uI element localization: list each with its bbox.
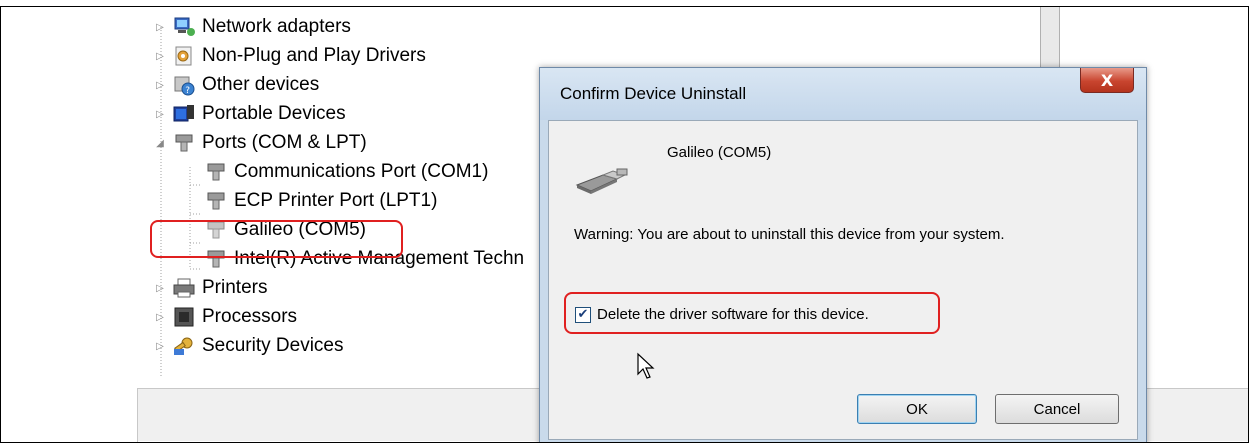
tree-item-security-devices[interactable]: ▷ Security Devices <box>154 331 344 361</box>
port-icon <box>175 134 193 152</box>
tree-item-printers[interactable]: ▷ Printers <box>154 273 267 303</box>
device-name: Galileo (COM5) <box>667 144 772 161</box>
tree-item-galileo[interactable]: Galileo (COM5) <box>204 215 366 245</box>
port-icon <box>207 163 225 181</box>
expand-arrow-icon[interactable]: ▷ <box>154 108 166 120</box>
expand-arrow-icon[interactable]: ▷ <box>154 50 166 62</box>
cancel-button[interactable]: Cancel <box>995 394 1119 424</box>
unknown-device-icon: ? <box>174 76 195 96</box>
driver-icon <box>175 46 192 66</box>
tree-item-label: Processors <box>202 306 298 327</box>
tree-item-label: Portable Devices <box>202 103 346 124</box>
port-icon <box>207 221 225 239</box>
tree-item-ecp-printer-port[interactable]: ECP Printer Port (LPT1) <box>204 186 437 216</box>
port-icon <box>207 250 225 268</box>
confirm-uninstall-dialog: Confirm Device Uninstall X Galileo (COM5… <box>539 67 1147 442</box>
delete-driver-checkbox[interactable]: ✔ <box>575 306 591 323</box>
screenshot-frame: ▷ Network adapters ▷ Non-Plug and Play D… <box>0 6 1249 443</box>
tree-item-label: ECP Printer Port (LPT1) <box>234 190 438 211</box>
expand-arrow-icon[interactable]: ▷ <box>154 79 166 91</box>
tree-item-non-plug-and-play-drivers[interactable]: ▷ Non-Plug and Play Drivers <box>154 41 426 71</box>
mouse-cursor-icon <box>637 352 655 379</box>
close-icon: X <box>1100 70 1114 90</box>
expand-arrow-icon[interactable]: ▷ <box>154 311 166 323</box>
tree-item-label: Intel(R) Active Management Techn <box>234 248 525 269</box>
tree-item-communications-port[interactable]: Communications Port (COM1) <box>204 157 488 187</box>
checkbox-label: Delete the driver software for this devi… <box>597 306 869 323</box>
security-device-icon <box>174 337 193 355</box>
tree-item-label: Galileo (COM5) <box>234 219 366 240</box>
expand-arrow-icon[interactable]: ▷ <box>154 282 166 294</box>
tree-item-intel-amt[interactable]: Intel(R) Active Management Techn <box>204 244 524 274</box>
port-icon <box>207 192 225 210</box>
tree-item-label: Communications Port (COM1) <box>234 161 489 182</box>
tree-item-label: Non-Plug and Play Drivers <box>202 45 426 66</box>
portable-device-icon <box>173 105 194 122</box>
ok-button[interactable]: OK <box>857 394 977 424</box>
checkmark-icon: ✔ <box>577 307 589 322</box>
svg-text:?: ? <box>185 86 190 96</box>
tree-item-label: Other devices <box>202 74 320 95</box>
tree-item-portable-devices[interactable]: ▷ Portable Devices <box>154 99 346 129</box>
tree-item-label: Security Devices <box>202 335 344 356</box>
expand-arrow-icon[interactable]: ▷ <box>154 21 166 33</box>
printer-icon <box>173 278 195 298</box>
tree-item-label: Ports (COM & LPT) <box>202 132 367 153</box>
tree-item-label: Printers <box>202 277 268 298</box>
processor-icon <box>174 307 194 327</box>
tree-item-network-adapters[interactable]: ▷ Network adapters <box>154 12 351 42</box>
left-pane-divider <box>137 388 138 442</box>
dialog-body: Galileo (COM5) Warning: You are about to… <box>548 120 1138 440</box>
warning-text: Warning: You are about to uninstall this… <box>574 226 1005 243</box>
tree-item-processors[interactable]: ▷ Processors <box>154 302 297 332</box>
usb-serial-device-icon <box>575 168 628 194</box>
dialog-title-bar[interactable]: Confirm Device Uninstall X <box>540 68 1146 120</box>
tree-item-label: Network adapters <box>202 16 351 37</box>
collapse-arrow-icon[interactable]: ◢ <box>154 137 166 149</box>
network-adapter-icon <box>174 17 195 36</box>
delete-driver-checkbox-row[interactable]: ✔ Delete the driver software for this de… <box>575 306 869 323</box>
tree-item-other-devices[interactable]: ▷ ? Other devices <box>154 70 319 100</box>
close-button[interactable]: X <box>1080 68 1134 93</box>
tree-item-ports[interactable]: ◢ Ports (COM & LPT) <box>154 128 367 158</box>
dialog-title: Confirm Device Uninstall <box>560 84 747 103</box>
expand-arrow-icon[interactable]: ▷ <box>154 340 166 352</box>
